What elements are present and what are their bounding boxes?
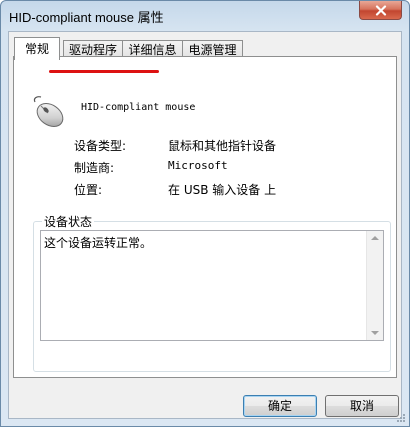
- status-text: 这个设备运转正常。: [44, 236, 153, 250]
- mouse-icon: [33, 96, 64, 127]
- manufacturer-value: Microsoft: [168, 159, 228, 172]
- location-value: 在 USB 输入设备 上: [168, 183, 277, 197]
- device-status-legend: 设备状态: [42, 213, 95, 230]
- scroll-down-icon[interactable]: [371, 331, 379, 335]
- close-button[interactable]: [359, 1, 402, 20]
- title-bar[interactable]: HID-compliant mouse 属性: [1, 1, 409, 31]
- cancel-button[interactable]: 取消: [325, 395, 399, 417]
- close-icon: [375, 4, 386, 16]
- resize-grip-icon[interactable]: [396, 413, 406, 423]
- device-name: HID-compliant mouse: [81, 102, 196, 113]
- scroll-up-icon[interactable]: [371, 236, 379, 240]
- location-label: 位置:: [74, 183, 103, 197]
- tab-general[interactable]: 常规: [14, 37, 60, 60]
- status-scrollbar[interactable]: [366, 231, 383, 340]
- device-type-label: 设备类型:: [74, 139, 127, 153]
- general-tab-panel: HID-compliant mouse 设备类型: 鼠标和其他指针设备 制造商:…: [13, 56, 397, 378]
- window-title: HID-compliant mouse 属性: [9, 10, 164, 25]
- dialog-body: 常规 驱动程序 详细信息 电源管理 HID-compliant mouse 设备…: [8, 31, 402, 419]
- ok-button[interactable]: 确定: [243, 395, 317, 417]
- device-type-value: 鼠标和其他指针设备: [168, 139, 277, 153]
- manufacturer-label: 制造商:: [74, 161, 115, 175]
- status-textbox[interactable]: 这个设备运转正常。: [40, 230, 384, 341]
- device-status-group: 这个设备运转正常。: [33, 221, 391, 372]
- annotation-underline: [49, 70, 159, 73]
- properties-dialog: HID-compliant mouse 属性 常规 驱动程序 详细信息 电源管理: [0, 0, 410, 427]
